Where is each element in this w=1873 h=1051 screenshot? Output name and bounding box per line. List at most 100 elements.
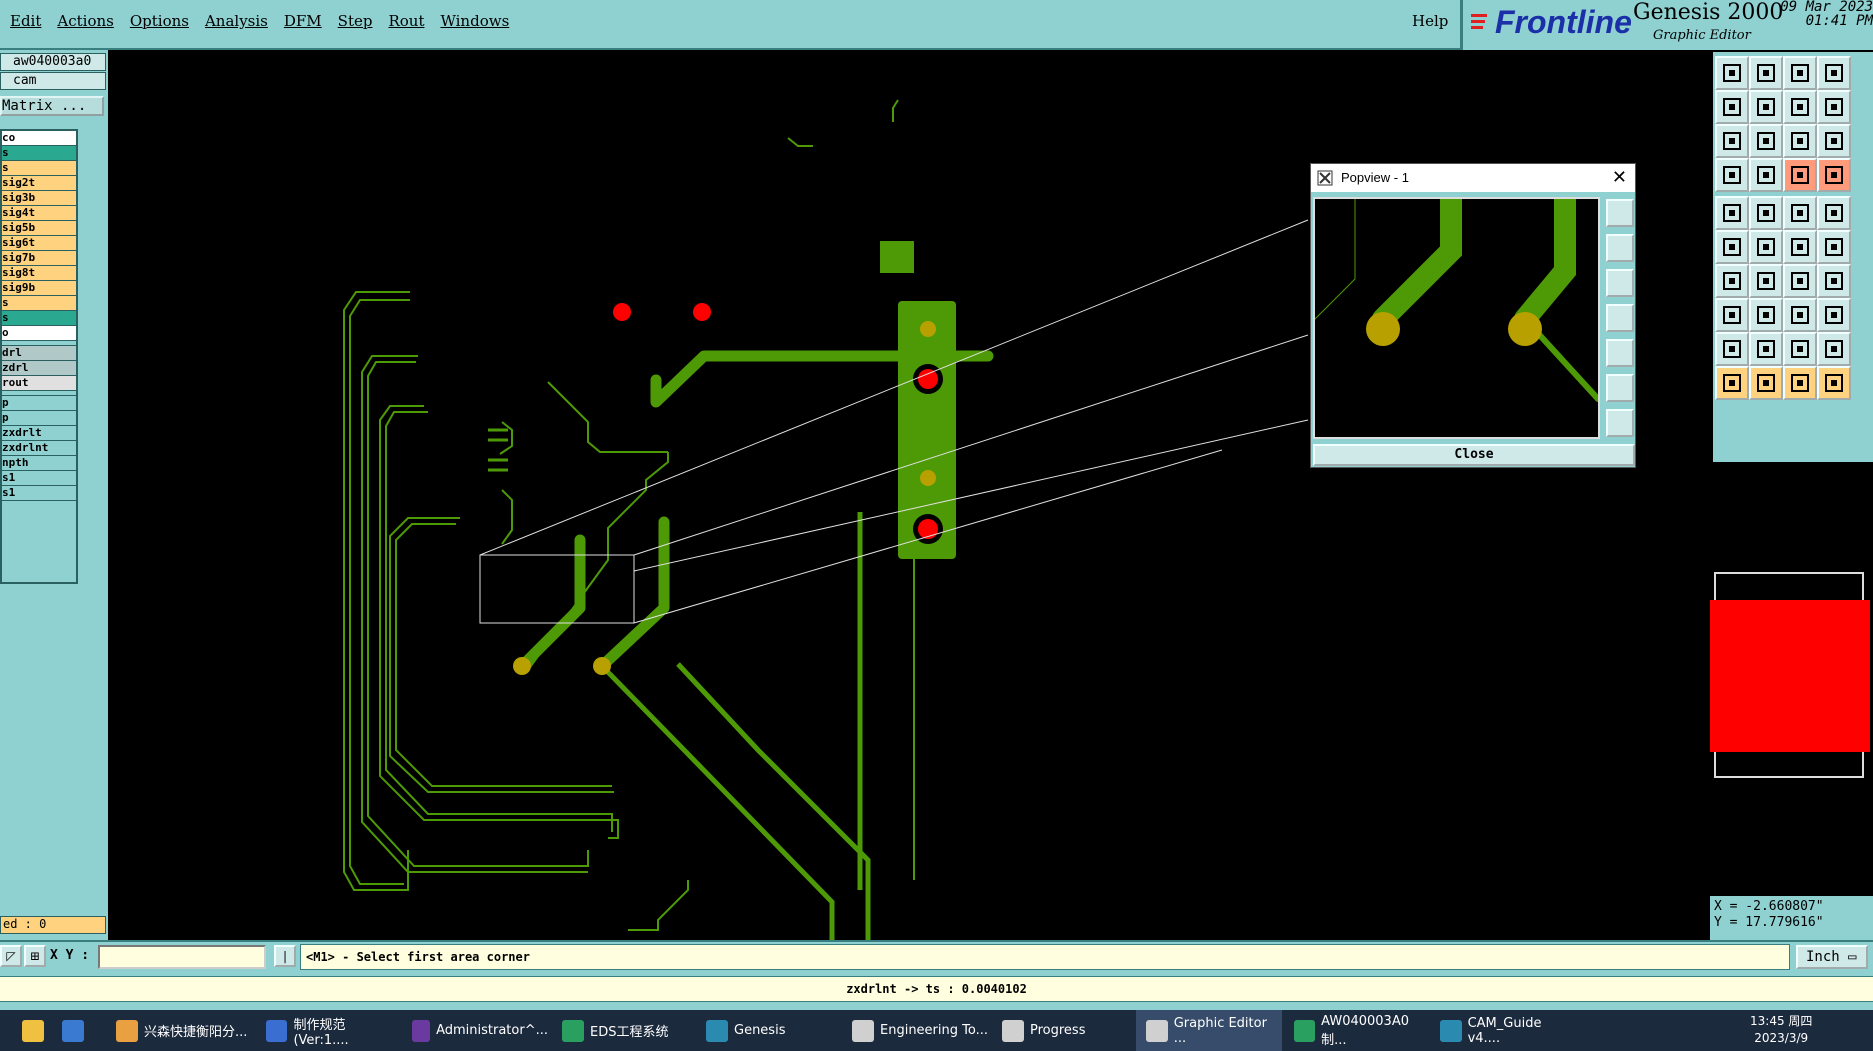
units-select[interactable]: Inch ▭ (1796, 945, 1868, 969)
overview-map[interactable] (1710, 572, 1870, 778)
popview-down-button[interactable] (1606, 269, 1634, 297)
layer-row[interactable]: sig6t (2, 236, 76, 251)
popview-center-button[interactable] (1606, 409, 1634, 437)
taskbar-item[interactable]: AW040003A0制... (1284, 1010, 1430, 1051)
taskbar-item[interactable]: CAM_Guide v4.... (1430, 1010, 1576, 1051)
taskbar-item[interactable]: Engineering To... (842, 1010, 988, 1051)
layer-row[interactable]: s1 (2, 471, 76, 486)
select-box-icon[interactable] (1749, 366, 1783, 400)
grid-icon[interactable]: ⊞ (24, 945, 46, 967)
angle-icon[interactable] (1715, 264, 1749, 298)
circle-icon[interactable] (1817, 196, 1851, 230)
arc-icon[interactable] (1783, 264, 1817, 298)
layer-row[interactable]: sig9b (2, 281, 76, 296)
menu-dfm[interactable]: DFM (284, 12, 322, 30)
load-icon[interactable] (1715, 56, 1749, 90)
layer-row[interactable]: sig7b (2, 251, 76, 266)
help-icon[interactable] (1817, 124, 1851, 158)
cross-icon[interactable] (1749, 230, 1783, 264)
zoom-fit-icon[interactable] (1715, 124, 1749, 158)
taskbar-item[interactable]: Administrator^... (402, 1010, 548, 1051)
popview-fit-button[interactable] (1606, 374, 1634, 402)
layer-row[interactable]: p (2, 396, 76, 411)
line-point-icon[interactable] (1783, 230, 1817, 264)
layer-row[interactable]: sig5b (2, 221, 76, 236)
menu-analysis[interactable]: Analysis (205, 12, 268, 30)
dash-icon[interactable] (1749, 298, 1783, 332)
menu-help[interactable]: Help (1412, 12, 1448, 30)
layer-row[interactable]: sig8t (2, 266, 76, 281)
taskbar-item[interactable]: Genesis (696, 1010, 842, 1051)
snap-icon[interactable] (1715, 158, 1749, 192)
connect-icon[interactable] (1715, 230, 1749, 264)
layer-row[interactable]: zdrl (2, 361, 76, 376)
xy-input[interactable] (98, 945, 266, 969)
a-box-icon[interactable] (1783, 332, 1817, 366)
flip-icon[interactable] (1817, 264, 1851, 298)
menu-step[interactable]: Step (338, 12, 373, 30)
layer-row[interactable]: o (2, 326, 76, 341)
close-icon[interactable]: ✕ (1612, 167, 1627, 188)
layer-row[interactable]: zxdrlt (2, 426, 76, 441)
window-icon[interactable] (1817, 56, 1851, 90)
select-icon[interactable] (1715, 366, 1749, 400)
multi-icon[interactable] (1817, 298, 1851, 332)
step-name[interactable]: cam (0, 72, 106, 90)
layer-b-icon[interactable] (1817, 158, 1851, 192)
span-icon[interactable] (1783, 298, 1817, 332)
layer-row[interactable]: sig4t (2, 206, 76, 221)
popview-zoom-in-button[interactable] (1606, 199, 1634, 227)
arch-icon[interactable] (1817, 332, 1851, 366)
layer-row[interactable]: co (2, 131, 76, 146)
node-icon[interactable] (1715, 298, 1749, 332)
zoom-home-icon[interactable] (1749, 124, 1783, 158)
menu-options[interactable]: Options (130, 12, 189, 30)
slant-icon[interactable] (1749, 264, 1783, 298)
layer-row[interactable]: rout (2, 376, 76, 391)
file-explorer-icon[interactable] (12, 1010, 44, 1051)
measure-icon[interactable] (1783, 196, 1817, 230)
popview-close-button[interactable]: Close (1313, 444, 1635, 466)
info-icon[interactable]: | (274, 945, 296, 967)
menu-windows[interactable]: Windows (440, 12, 509, 30)
select-move-icon[interactable] (1817, 366, 1851, 400)
layer-row[interactable]: s (2, 311, 76, 326)
popview-right-button[interactable] (1606, 339, 1634, 367)
taskbar-item[interactable]: Graphic Editor ... (1136, 1010, 1282, 1051)
popview-title-bar[interactable]: Popview - 1 ✕ (1311, 164, 1635, 192)
menu-edit[interactable]: Edit (10, 12, 41, 30)
undo-icon[interactable] (1783, 90, 1817, 124)
layer-row[interactable]: sig2t (2, 176, 76, 191)
redo-icon[interactable] (1817, 90, 1851, 124)
triangle-icon[interactable] (1715, 332, 1749, 366)
line-point2-icon[interactable] (1817, 230, 1851, 264)
scale-1-2-icon[interactable] (1783, 124, 1817, 158)
pan-left-icon[interactable] (1715, 90, 1749, 124)
pad-icon[interactable] (1715, 196, 1749, 230)
layer-row[interactable]: sig3b (2, 191, 76, 206)
pad-drill-icon[interactable] (1749, 196, 1783, 230)
layer-row[interactable]: zxdrlnt (2, 441, 76, 456)
matrix-button[interactable]: Matrix ... (0, 96, 104, 116)
snap-icon[interactable]: ◸ (0, 945, 22, 967)
popview-left-button[interactable] (1606, 304, 1634, 332)
taskbar-item[interactable]: EDS工程系统 (552, 1010, 698, 1051)
clock[interactable]: 13:45 周四 2023/3/9 (1750, 1013, 1812, 1047)
popview-up-button[interactable] (1606, 234, 1634, 262)
layer-row[interactable]: s1 (2, 486, 76, 501)
layer-a-icon[interactable] (1783, 158, 1817, 192)
pan-right-icon[interactable] (1749, 90, 1783, 124)
taskbar-item[interactable]: 兴森快捷衡阳分... (106, 1010, 252, 1051)
job-name[interactable]: aw040003a0 (0, 53, 106, 71)
layer-row[interactable]: npth (2, 456, 76, 471)
taskbar-item[interactable]: 制作规范 (Ver:1.... (256, 1010, 402, 1051)
a-icon[interactable] (1749, 332, 1783, 366)
grid-icon[interactable] (1749, 158, 1783, 192)
layer-row[interactable]: drl (2, 346, 76, 361)
taskbar-item[interactable]: Progress (992, 1010, 1138, 1051)
popview-canvas[interactable] (1313, 188, 1601, 439)
layer-row[interactable]: s (2, 161, 76, 176)
taskview-icon[interactable] (52, 1010, 84, 1051)
layer-row[interactable]: s (2, 296, 76, 311)
save-icon[interactable] (1749, 56, 1783, 90)
